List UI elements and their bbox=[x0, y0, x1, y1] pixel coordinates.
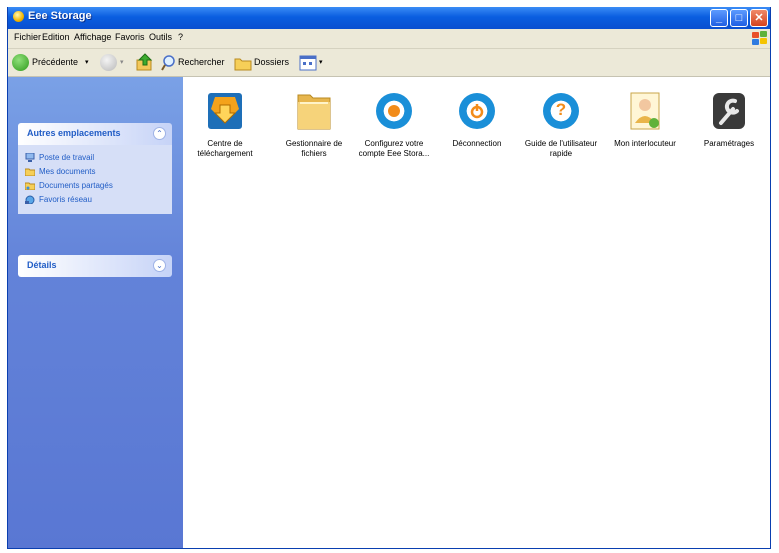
item-disconnect[interactable]: Déconnection bbox=[439, 89, 515, 149]
item-label: Mon interlocuteur bbox=[614, 139, 676, 148]
item-file-manager[interactable]: Gestionnaire de fichiers bbox=[276, 89, 352, 159]
help-guide-icon: ? bbox=[541, 89, 581, 133]
menu-outils[interactable]: Outils bbox=[149, 32, 172, 42]
shared-folder-icon bbox=[25, 182, 35, 190]
folders-icon bbox=[234, 58, 252, 71]
file-view: Centre de téléchargement Gestionnaire de… bbox=[183, 77, 770, 548]
link-label: Favoris réseau bbox=[39, 195, 92, 204]
back-dropdown-icon[interactable]: ▾ bbox=[85, 52, 89, 73]
menu-affichage[interactable]: Affichage bbox=[74, 32, 111, 42]
views-button[interactable]: ▾ bbox=[299, 52, 329, 73]
link-favoris-reseau[interactable]: Favoris réseau bbox=[18, 193, 172, 207]
search-button[interactable]: Rechercher bbox=[161, 52, 233, 73]
menu-bar: Fichier Edition Affichage Favoris Outils… bbox=[8, 29, 770, 49]
link-label: Documents partagés bbox=[39, 181, 113, 190]
item-download-center[interactable]: Centre de téléchargement bbox=[187, 89, 263, 159]
link-documents-partages[interactable]: Documents partagés bbox=[18, 179, 172, 193]
menu-help[interactable]: ? bbox=[178, 32, 183, 42]
contact-card-icon bbox=[625, 89, 665, 133]
network-places-icon bbox=[25, 195, 35, 204]
other-places-links: Poste de travail Mes documents Documents… bbox=[18, 145, 172, 214]
item-my-contact[interactable]: Mon interlocuteur bbox=[607, 89, 683, 149]
menu-favoris[interactable]: Favoris bbox=[115, 32, 145, 42]
my-documents-icon bbox=[25, 168, 35, 176]
item-label: Guide de l'utilisateur rapide bbox=[524, 139, 598, 158]
item-quick-guide[interactable]: ? Guide de l'utilisateur rapide bbox=[523, 89, 599, 159]
item-label: Configurez votre compte Eee Stora... bbox=[358, 139, 430, 158]
search-label: Rechercher bbox=[178, 57, 225, 67]
back-button[interactable]: Précédente ▾ bbox=[12, 52, 92, 73]
details-panel: Détails ⌄ bbox=[18, 255, 172, 277]
back-label: Précédente bbox=[32, 57, 79, 67]
up-folder-button[interactable] bbox=[136, 52, 154, 73]
task-pane: Autres emplacements ⌃ Poste de travail M… bbox=[8, 77, 183, 548]
item-label: Déconnection bbox=[452, 139, 502, 148]
close-button[interactable]: ✕ bbox=[750, 9, 768, 27]
download-center-icon bbox=[205, 89, 245, 133]
item-label: Paramétrages bbox=[703, 139, 755, 148]
item-label: Gestionnaire de fichiers bbox=[285, 139, 343, 158]
other-places-header[interactable]: Autres emplacements ⌃ bbox=[18, 123, 172, 145]
views-dropdown-icon[interactable]: ▾ bbox=[319, 52, 323, 73]
window-title: Eee Storage bbox=[28, 10, 92, 22]
details-title: Détails bbox=[27, 260, 57, 270]
details-header[interactable]: Détails ⌄ bbox=[18, 255, 172, 277]
back-arrow-icon bbox=[12, 54, 29, 71]
sync-config-icon bbox=[374, 89, 414, 133]
item-label: Centre de téléchargement bbox=[197, 139, 253, 158]
expand-chevron-icon[interactable]: ⌄ bbox=[153, 259, 166, 272]
disconnect-icon bbox=[457, 89, 497, 133]
up-folder-icon bbox=[136, 53, 153, 71]
wrench-settings-icon bbox=[709, 89, 749, 133]
menu-fichier[interactable]: Fichier bbox=[14, 32, 41, 42]
title-bar[interactable]: Eee Storage _ □ ✕ bbox=[8, 7, 770, 29]
other-places-panel: Autres emplacements ⌃ Poste de travail M… bbox=[18, 123, 172, 214]
collapse-chevron-icon[interactable]: ⌃ bbox=[153, 127, 166, 140]
link-label: Poste de travail bbox=[39, 153, 95, 162]
minimize-button[interactable]: _ bbox=[710, 9, 728, 27]
other-places-title: Autres emplacements bbox=[27, 128, 121, 138]
explorer-window: Eee Storage _ □ ✕ Fichier Edition Affich… bbox=[7, 7, 771, 549]
computer-icon bbox=[25, 153, 35, 162]
menu-edition[interactable]: Edition bbox=[42, 32, 70, 42]
views-icon bbox=[299, 55, 317, 71]
maximize-button[interactable]: □ bbox=[730, 9, 748, 27]
link-label: Mes documents bbox=[39, 167, 96, 176]
item-settings[interactable]: Paramétrages bbox=[691, 89, 767, 149]
forward-arrow-icon bbox=[100, 54, 117, 71]
folders-label: Dossiers bbox=[254, 57, 290, 67]
toolbar: Précédente ▾ ▾ Rechercher Dossiers ▾ bbox=[8, 49, 770, 77]
link-poste-de-travail[interactable]: Poste de travail bbox=[18, 151, 172, 165]
forward-dropdown-icon[interactable]: ▾ bbox=[120, 52, 124, 73]
forward-button[interactable]: ▾ bbox=[100, 52, 128, 73]
windows-logo-icon bbox=[750, 30, 768, 47]
item-configure-account[interactable]: Configurez votre compte Eee Stora... bbox=[356, 89, 432, 159]
app-icon bbox=[13, 11, 24, 22]
folder-icon bbox=[294, 89, 334, 133]
link-mes-documents[interactable]: Mes documents bbox=[18, 165, 172, 179]
folders-button[interactable]: Dossiers bbox=[234, 52, 292, 73]
search-icon bbox=[161, 55, 175, 71]
